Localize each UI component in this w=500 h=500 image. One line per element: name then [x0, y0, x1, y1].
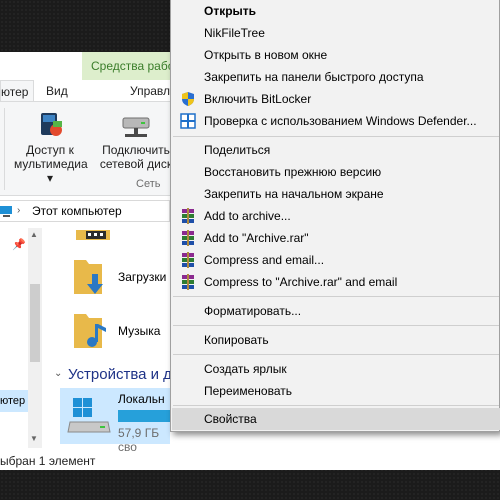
menu-item-label: Compress and email...: [204, 253, 325, 267]
menu-separator: [173, 136, 499, 137]
nav-scroll-thumb[interactable]: [30, 284, 40, 362]
breadcrumb-chevron-icon: ›: [17, 205, 21, 216]
network-group-label: Сеть: [136, 178, 161, 190]
menu-item-open[interactable]: Открыть: [172, 0, 500, 22]
menu-item-defender-scan[interactable]: Проверка с использованием Windows Defend…: [172, 110, 500, 132]
menu-separator: [173, 325, 499, 326]
collapse-chevron-icon[interactable]: ⌄: [54, 368, 62, 379]
menu-separator: [173, 296, 499, 297]
winrar-icon: [182, 230, 194, 246]
winrar-icon: [182, 252, 194, 268]
menu-item-label: Открыть: [204, 4, 257, 18]
menu-item-label: Восстановить прежнюю версию: [204, 165, 382, 179]
windows-drive-icon: [67, 398, 111, 433]
menu-item-bitlocker[interactable]: Включить BitLocker: [172, 88, 500, 110]
network-drive-icon: [122, 117, 150, 137]
tab-view[interactable]: Вид: [46, 80, 68, 102]
menu-item-label: Add to "Archive.rar": [204, 231, 309, 245]
winrar-icon: [182, 274, 194, 290]
nav-item-this-pc[interactable]: ютер: [0, 390, 28, 412]
menu-item-label: Создать ярлык: [204, 362, 287, 376]
menu-item-format[interactable]: Форматировать...: [172, 300, 500, 322]
menu-separator: [173, 354, 499, 355]
defender-icon: [180, 113, 196, 129]
menu-item-restore-previous[interactable]: Восстановить прежнюю версию: [172, 161, 500, 183]
tab-manage[interactable]: Управл: [130, 80, 170, 102]
menu-item-share[interactable]: Поделиться: [172, 139, 500, 161]
status-bar: ыбран 1 элемент: [0, 452, 500, 470]
menu-item-label: Поделиться: [204, 143, 271, 157]
pin-icon: 📌: [12, 239, 26, 251]
media-button-label-line2: мультимедиа ▾: [14, 157, 88, 185]
menu-item-pin-start[interactable]: Закрепить на начальном экране: [172, 183, 500, 205]
drive-usage-fill: [118, 410, 170, 422]
menu-item-add-to-archive[interactable]: Add to archive...: [172, 205, 500, 227]
menu-item-properties[interactable]: Свойства: [172, 408, 500, 430]
menu-item-create-shortcut[interactable]: Создать ярлык: [172, 358, 500, 380]
menu-item-label: Add to archive...: [204, 209, 291, 223]
navigation-pane: 📌 ▲ ▼ ютер: [0, 228, 44, 448]
scroll-down-icon[interactable]: ▼: [30, 434, 38, 443]
uac-shield-icon: [182, 92, 194, 106]
drive-button-label-line1: Подключить: [102, 143, 170, 157]
media-button-label-line1: Доступ к: [26, 143, 74, 157]
menu-item-label: NikFileTree: [204, 26, 265, 40]
videos-folder-icon[interactable]: [76, 228, 110, 242]
drive-usage-bar: [118, 410, 170, 422]
menu-item-label: Закрепить на панели быстрого доступа: [204, 70, 424, 84]
menu-item-pin-quick-access[interactable]: Закрепить на панели быстрого доступа: [172, 66, 500, 88]
menu-item-compress-rar-email[interactable]: Compress to "Archive.rar" and email: [172, 271, 500, 293]
menu-separator: [173, 405, 499, 406]
menu-item-label: Переименовать: [204, 384, 292, 398]
downloads-label[interactable]: Загрузки: [118, 270, 166, 284]
media-server-icon: [41, 113, 62, 136]
address-path: Этот компьютер: [32, 204, 122, 218]
scroll-up-icon[interactable]: ▲: [30, 230, 38, 239]
menu-item-compress-email[interactable]: Compress and email...: [172, 249, 500, 271]
menu-item-nikfiletree[interactable]: NikFileTree: [172, 22, 500, 44]
music-label[interactable]: Музыка: [118, 324, 160, 338]
menu-item-copy[interactable]: Копировать: [172, 329, 500, 351]
menu-item-add-to-archive-rar[interactable]: Add to "Archive.rar": [172, 227, 500, 249]
downloads-folder-icon[interactable]: [72, 256, 112, 298]
menu-item-label: Свойства: [204, 412, 257, 426]
local-drive-item[interactable]: Локальн 57,9 ГБ сво: [60, 388, 170, 454]
context-menu: Открыть NikFileTree Открыть в новом окне…: [170, 0, 500, 432]
map-network-drive-button[interactable]: Подключить сетевой диск: [96, 110, 176, 171]
computer-icon: [0, 206, 12, 217]
menu-item-label: Копировать: [204, 333, 269, 347]
local-drive-label: Локальн: [118, 392, 165, 406]
menu-item-label: Compress to "Archive.rar" and email: [204, 275, 398, 289]
menu-item-label: Форматировать...: [204, 304, 302, 318]
menu-item-label: Закрепить на начальном экране: [204, 187, 384, 201]
winrar-icon: [182, 208, 194, 224]
drive-button-label-line2: сетевой диск: [99, 157, 173, 171]
ribbon-separator: [4, 108, 5, 190]
menu-item-open-new-window[interactable]: Открыть в новом окне: [172, 44, 500, 66]
music-folder-icon[interactable]: [72, 310, 112, 352]
tab-computer[interactable]: ютер: [0, 80, 34, 102]
menu-item-label: Открыть в новом окне: [204, 48, 328, 62]
menu-item-label: Включить BitLocker: [204, 92, 312, 106]
devices-section-header: Устройства и д: [68, 366, 172, 383]
menu-item-rename[interactable]: Переименовать: [172, 380, 500, 402]
drive-free-space: 57,9 ГБ сво: [118, 426, 160, 454]
address-bar[interactable]: › Этот компьютер: [0, 200, 170, 222]
menu-item-label: Проверка с использованием Windows Defend…: [204, 114, 477, 128]
status-text: ыбран 1 элемент: [0, 454, 96, 468]
media-access-button[interactable]: Доступ к мультимедиа ▾: [14, 110, 88, 185]
